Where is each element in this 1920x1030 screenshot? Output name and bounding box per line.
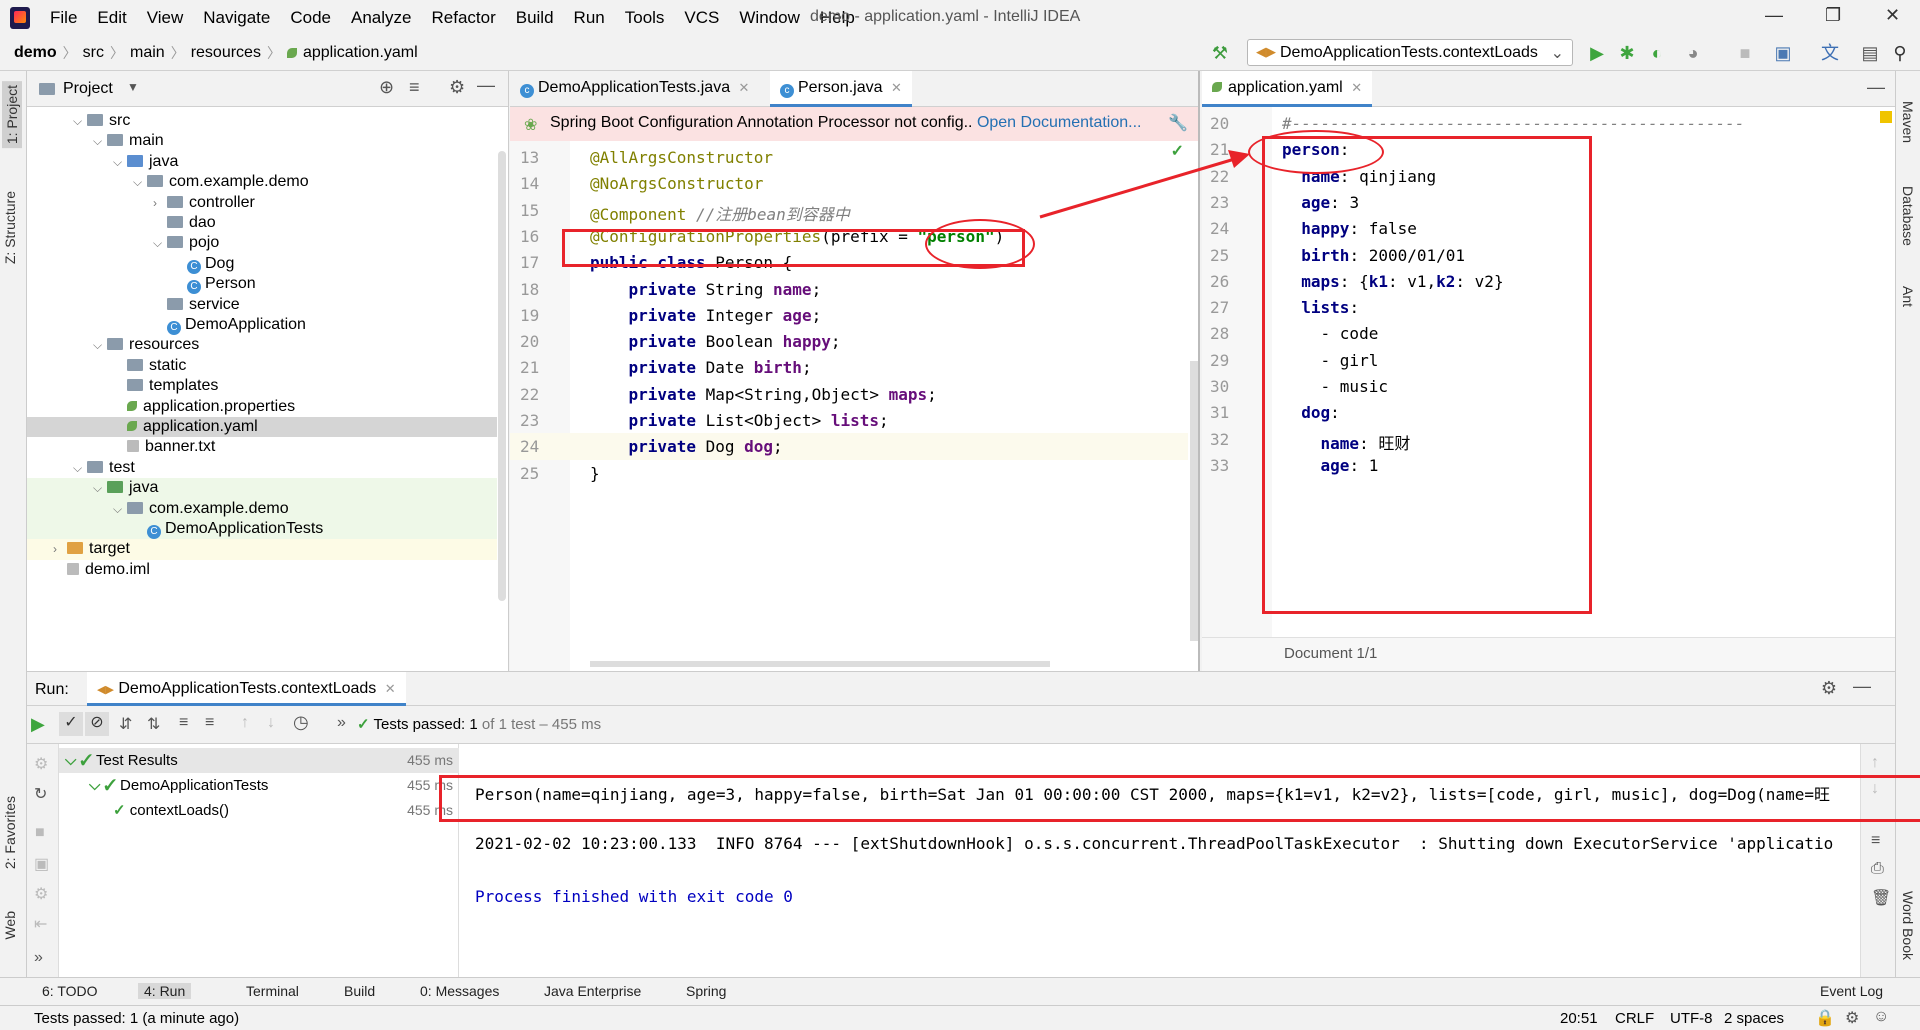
annotation-arrow: [1039, 150, 1250, 219]
